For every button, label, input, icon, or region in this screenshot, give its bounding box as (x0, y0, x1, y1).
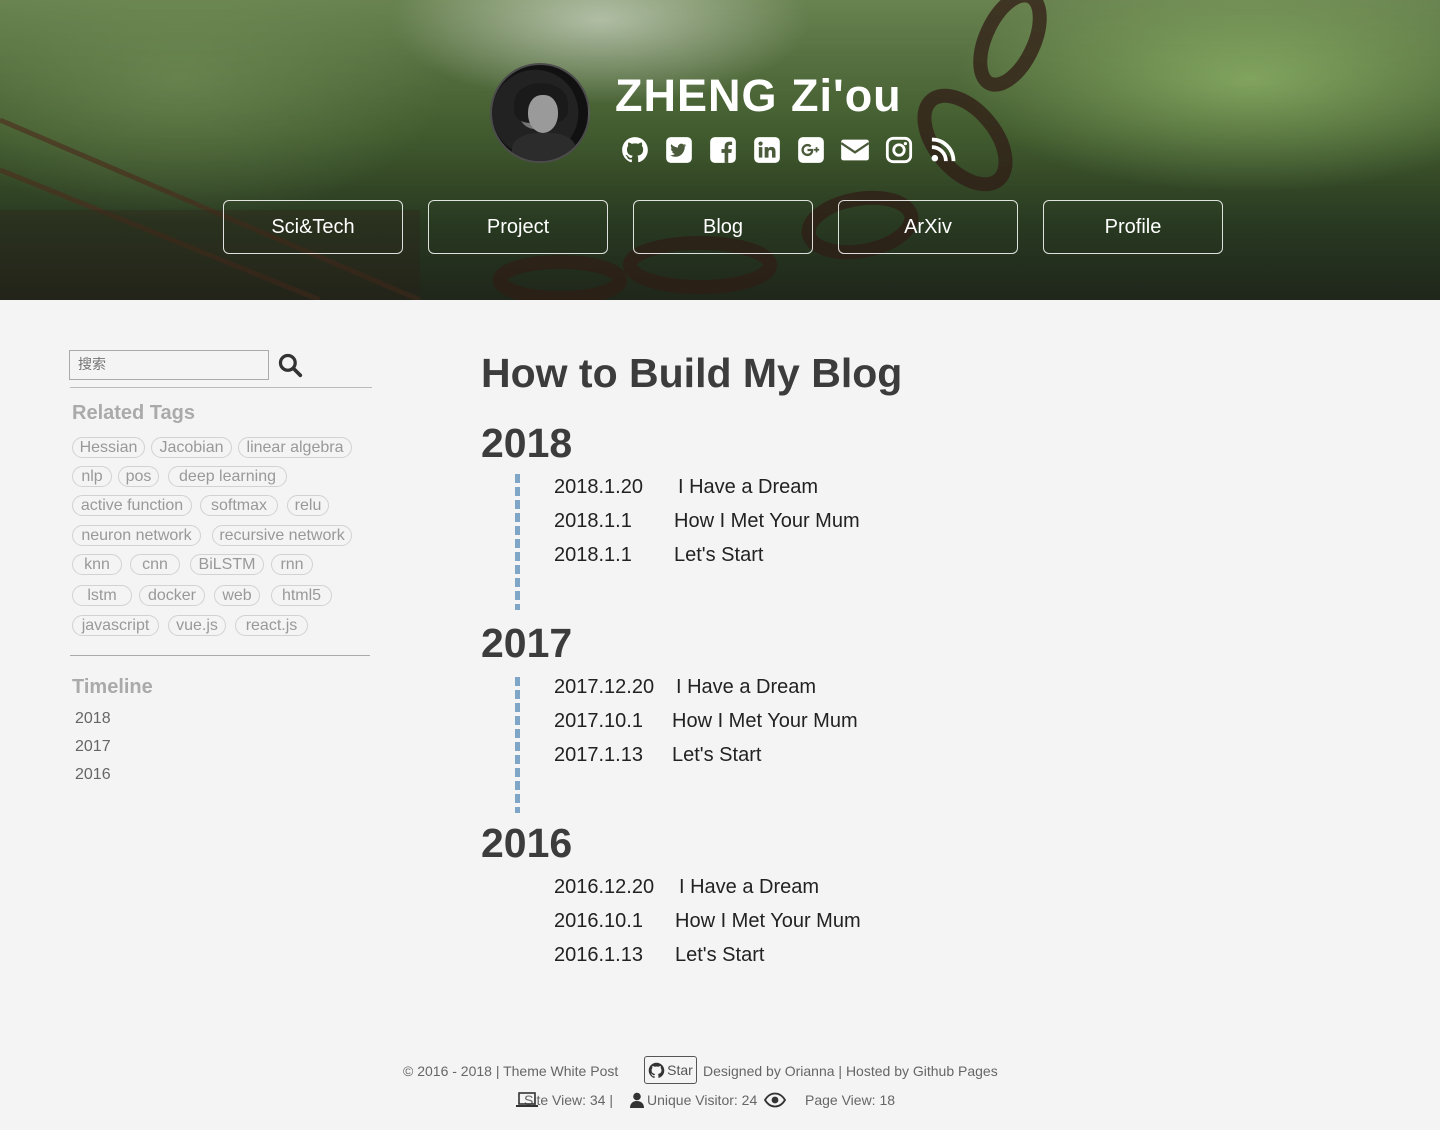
post-title[interactable]: Let's Start (674, 544, 763, 567)
tag-web[interactable]: web (214, 585, 260, 606)
tag-linear-algebra[interactable]: linear algebra (238, 437, 352, 458)
post-title[interactable]: How I Met Your Mum (672, 710, 858, 733)
tag-bilstm[interactable]: BiLSTM (190, 554, 264, 575)
post-title[interactable]: I Have a Dream (679, 876, 819, 899)
timeline-line (515, 677, 520, 813)
post-date[interactable]: 2017.10.1 (554, 710, 643, 733)
year-heading-2017: 2017 (481, 620, 573, 666)
nav-profile-button[interactable]: Profile (1043, 200, 1223, 254)
post-date[interactable]: 2016.1.13 (554, 944, 643, 967)
eye-icon (764, 1092, 787, 1108)
post-date[interactable]: 2018.1.1 (554, 510, 632, 533)
timeline-link-2017[interactable]: 2017 (75, 738, 111, 756)
avatar-body (512, 133, 576, 161)
sidebar-divider (70, 387, 372, 388)
footer-copyright: © 2016 - 2018 | Theme White Post (403, 1063, 619, 1079)
tag-vuejs[interactable]: vue.js (168, 615, 226, 636)
email-icon[interactable] (840, 136, 870, 164)
tag-deep-learning[interactable]: deep learning (168, 466, 287, 487)
timeline-link-2016[interactable]: 2016 (75, 766, 111, 784)
tag-rnn[interactable]: rnn (271, 554, 313, 575)
github-icon[interactable] (620, 136, 650, 164)
tag-docker[interactable]: docker (139, 585, 205, 606)
github-star-button[interactable]: Star (644, 1056, 697, 1084)
avatar-face (528, 95, 558, 133)
tag-javascript[interactable]: javascript (72, 615, 159, 636)
github-icon (648, 1062, 665, 1079)
facebook-icon[interactable] (708, 136, 738, 164)
header-banner: ZHENG Zi'ou Sci&Tech Project Blog ArXiv … (0, 0, 1440, 300)
footer-credits: Designed by Orianna | Hosted by Github P… (703, 1063, 998, 1079)
star-label: Star (667, 1062, 693, 1078)
sidebar-divider-2 (70, 655, 370, 656)
tag-nlp[interactable]: nlp (72, 466, 112, 487)
unique-visitor-text: Unique Visitor: 24 (647, 1092, 758, 1108)
timeline-heading: Timeline (72, 676, 153, 698)
site-title[interactable]: ZHENG Zi'ou (615, 70, 902, 122)
tag-pos[interactable]: pos (118, 466, 159, 487)
instagram-icon[interactable] (884, 136, 914, 164)
main-nav: Sci&Tech Project Blog ArXiv Profile (223, 200, 1223, 254)
tag-active-function[interactable]: active function (72, 495, 192, 516)
post-title[interactable]: Let's Start (672, 744, 761, 767)
post-date[interactable]: 2016.10.1 (554, 910, 643, 933)
year-heading-2016: 2016 (481, 820, 573, 866)
post-date[interactable]: 2017.12.20 (554, 676, 654, 699)
tag-neuron-network[interactable]: neuron network (72, 525, 201, 546)
site-view-stat: Site View: 34 | (516, 1092, 613, 1108)
page-view-stat: Page View: 18 (805, 1092, 896, 1108)
tag-html5[interactable]: html5 (271, 585, 332, 606)
social-links (620, 136, 958, 164)
post-date[interactable]: 2016.12.20 (554, 876, 654, 899)
tag-knn[interactable]: knn (72, 554, 122, 575)
tag-reactjs[interactable]: react.js (235, 615, 308, 636)
nav-blog-button[interactable]: Blog (633, 200, 813, 254)
post-title[interactable]: I Have a Dream (676, 676, 816, 699)
tag-cnn[interactable]: cnn (130, 554, 180, 575)
post-date[interactable]: 2017.1.13 (554, 744, 643, 767)
year-heading-2018: 2018 (481, 420, 573, 466)
timeline-line (515, 474, 520, 610)
twitter-icon[interactable] (664, 136, 694, 164)
post-date[interactable]: 2018.1.20 (554, 476, 643, 499)
post-title[interactable]: Let's Start (675, 944, 764, 967)
nav-project-button[interactable]: Project (428, 200, 608, 254)
post-title[interactable]: How I Met Your Mum (674, 510, 860, 533)
avatar (490, 63, 590, 163)
post-title[interactable]: How I Met Your Mum (675, 910, 861, 933)
nav-scitech-button[interactable]: Sci&Tech (223, 200, 403, 254)
unique-visitor-stat: Unique Visitor: 24 (630, 1092, 787, 1108)
tag-jacobian[interactable]: Jacobian (151, 437, 232, 458)
rss-icon[interactable] (928, 136, 958, 164)
google-plus-icon[interactable] (796, 136, 826, 164)
related-tags-heading: Related Tags (72, 402, 195, 424)
tag-recursive-network[interactable]: recursive network (212, 525, 352, 546)
search-input[interactable] (69, 350, 269, 380)
nav-arxiv-button[interactable]: ArXiv (838, 200, 1018, 254)
laptop-icon (516, 1092, 538, 1108)
post-title[interactable]: I Have a Dream (678, 476, 818, 499)
linkedin-icon[interactable] (752, 136, 782, 164)
search-icon[interactable] (277, 352, 303, 378)
user-icon (630, 1092, 644, 1108)
tag-lstm[interactable]: lstm (72, 585, 132, 606)
tag-relu[interactable]: relu (287, 495, 329, 516)
timeline-link-2018[interactable]: 2018 (75, 710, 111, 728)
page-title: How to Build My Blog (481, 350, 903, 396)
tag-softmax[interactable]: softmax (200, 495, 278, 516)
post-date[interactable]: 2018.1.1 (554, 544, 632, 567)
tag-hessian[interactable]: Hessian (72, 437, 145, 458)
